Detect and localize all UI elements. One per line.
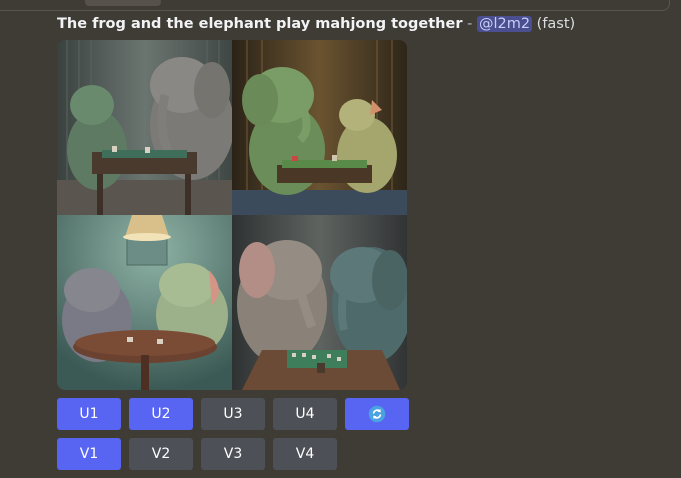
image-panel-4[interactable] (232, 215, 407, 390)
previous-message-tab (85, 0, 161, 6)
image-3-illustration (57, 215, 232, 390)
upscale-button-3[interactable]: U3 (201, 398, 265, 430)
image-panel-2[interactable] (232, 40, 407, 215)
message-header: The frog and the elephant play mahjong t… (57, 14, 575, 34)
separator: - (467, 16, 473, 32)
upscale-button-1[interactable]: U1 (57, 398, 121, 430)
upscale-button-2[interactable]: U2 (129, 398, 193, 430)
reroll-button[interactable] (345, 398, 409, 430)
image-1-illustration (57, 40, 232, 215)
variation-button-4[interactable]: V4 (273, 438, 337, 470)
image-2-illustration (232, 40, 407, 215)
image-panel-1[interactable] (57, 40, 232, 215)
variation-button-2[interactable]: V2 (129, 438, 193, 470)
image-panel-3[interactable] (57, 215, 232, 390)
variation-button-3[interactable]: V3 (201, 438, 265, 470)
refresh-icon (368, 405, 386, 423)
upscale-button-4[interactable]: U4 (273, 398, 337, 430)
prompt-text: The frog and the elephant play mahjong t… (57, 16, 463, 32)
user-mention[interactable]: @l2m2 (476, 16, 533, 32)
image-4-illustration (232, 215, 407, 390)
variation-button-1[interactable]: V1 (57, 438, 121, 470)
generated-image-grid[interactable] (57, 40, 407, 390)
speed-label: (fast) (536, 16, 576, 32)
